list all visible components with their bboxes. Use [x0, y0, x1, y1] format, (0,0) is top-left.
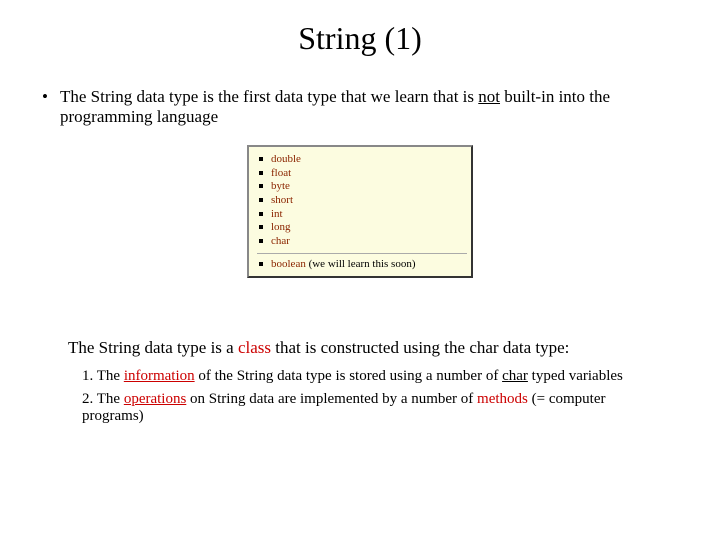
type-item: float: [257, 167, 467, 180]
numbered-item-2: 2. The operations on String data are imp…: [82, 391, 630, 425]
type-item: double: [257, 153, 467, 166]
numbered-item-1: 1. The information of the String data ty…: [82, 368, 630, 385]
type-item-boolean: boolean (we will learn this soon): [257, 258, 467, 271]
type-item: int: [257, 208, 467, 221]
slide: String (1) The String data type is the f…: [0, 0, 720, 445]
bullet-not: not: [478, 87, 500, 106]
followup-class: class: [238, 338, 271, 357]
page-title: String (1): [30, 20, 690, 57]
type-item: short: [257, 194, 467, 207]
types-list: double float byte short int long char: [257, 153, 467, 247]
type-item: char: [257, 235, 467, 248]
info-word: information: [124, 368, 195, 384]
type-item: long: [257, 221, 467, 234]
methods-word: methods: [477, 391, 528, 407]
followup-text: The String data type is a class that is …: [68, 338, 650, 358]
type-item: byte: [257, 180, 467, 193]
main-bullet: The String data type is the first data t…: [60, 87, 660, 127]
operations-word: operations: [124, 391, 186, 407]
bullet-text-pre: The String data type is the first data t…: [60, 87, 478, 106]
types-box: double float byte short int long char bo…: [247, 145, 473, 278]
types-list-boolean: boolean (we will learn this soon): [257, 258, 467, 271]
types-divider: [257, 253, 467, 254]
char-word: char: [502, 368, 528, 384]
